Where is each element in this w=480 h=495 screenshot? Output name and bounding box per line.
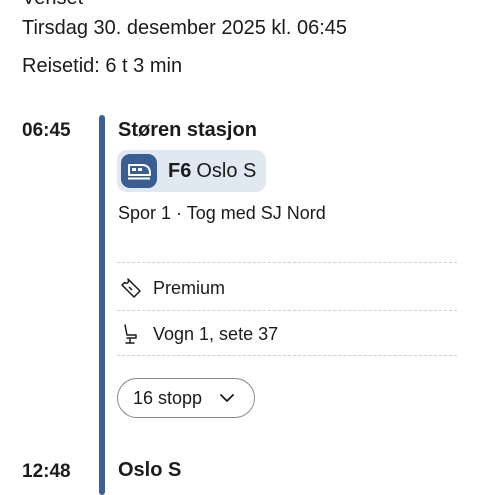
line-destination: Oslo S [196,159,257,182]
line-badge: F6 Oslo S [117,150,266,192]
train-icon [121,154,157,188]
travel-duration: Reisetid: 6 t 3 min [22,55,183,77]
ticket-class-row: Premium [119,276,225,300]
header-cut-text: Venset [22,0,83,10]
departure-time: 06:45 [22,120,71,141]
stops-toggle-button[interactable]: 16 stopp [117,378,255,418]
line-code: F6 [168,159,192,182]
platform-info: Spor 1 · Tog med SJ Nord [118,203,326,223]
arrival-station: Oslo S [118,459,182,481]
divider [117,262,457,263]
ticket-class: Premium [153,277,226,298]
chevron-down-icon [219,393,235,403]
departure-station: Støren stasjon [118,119,257,141]
divider [117,355,457,356]
seat-icon [119,322,143,346]
seat-row: Vogn 1, sete 37 [119,322,278,346]
ticket-icon [119,276,143,300]
stops-label: 16 stopp [133,387,203,408]
departure-date-line: Tirsdag 30. desember 2025 kl. 06:45 [22,17,348,39]
divider [117,310,457,311]
seat-info: Vogn 1, sete 37 [153,323,279,344]
route-timeline-rail [99,115,105,495]
